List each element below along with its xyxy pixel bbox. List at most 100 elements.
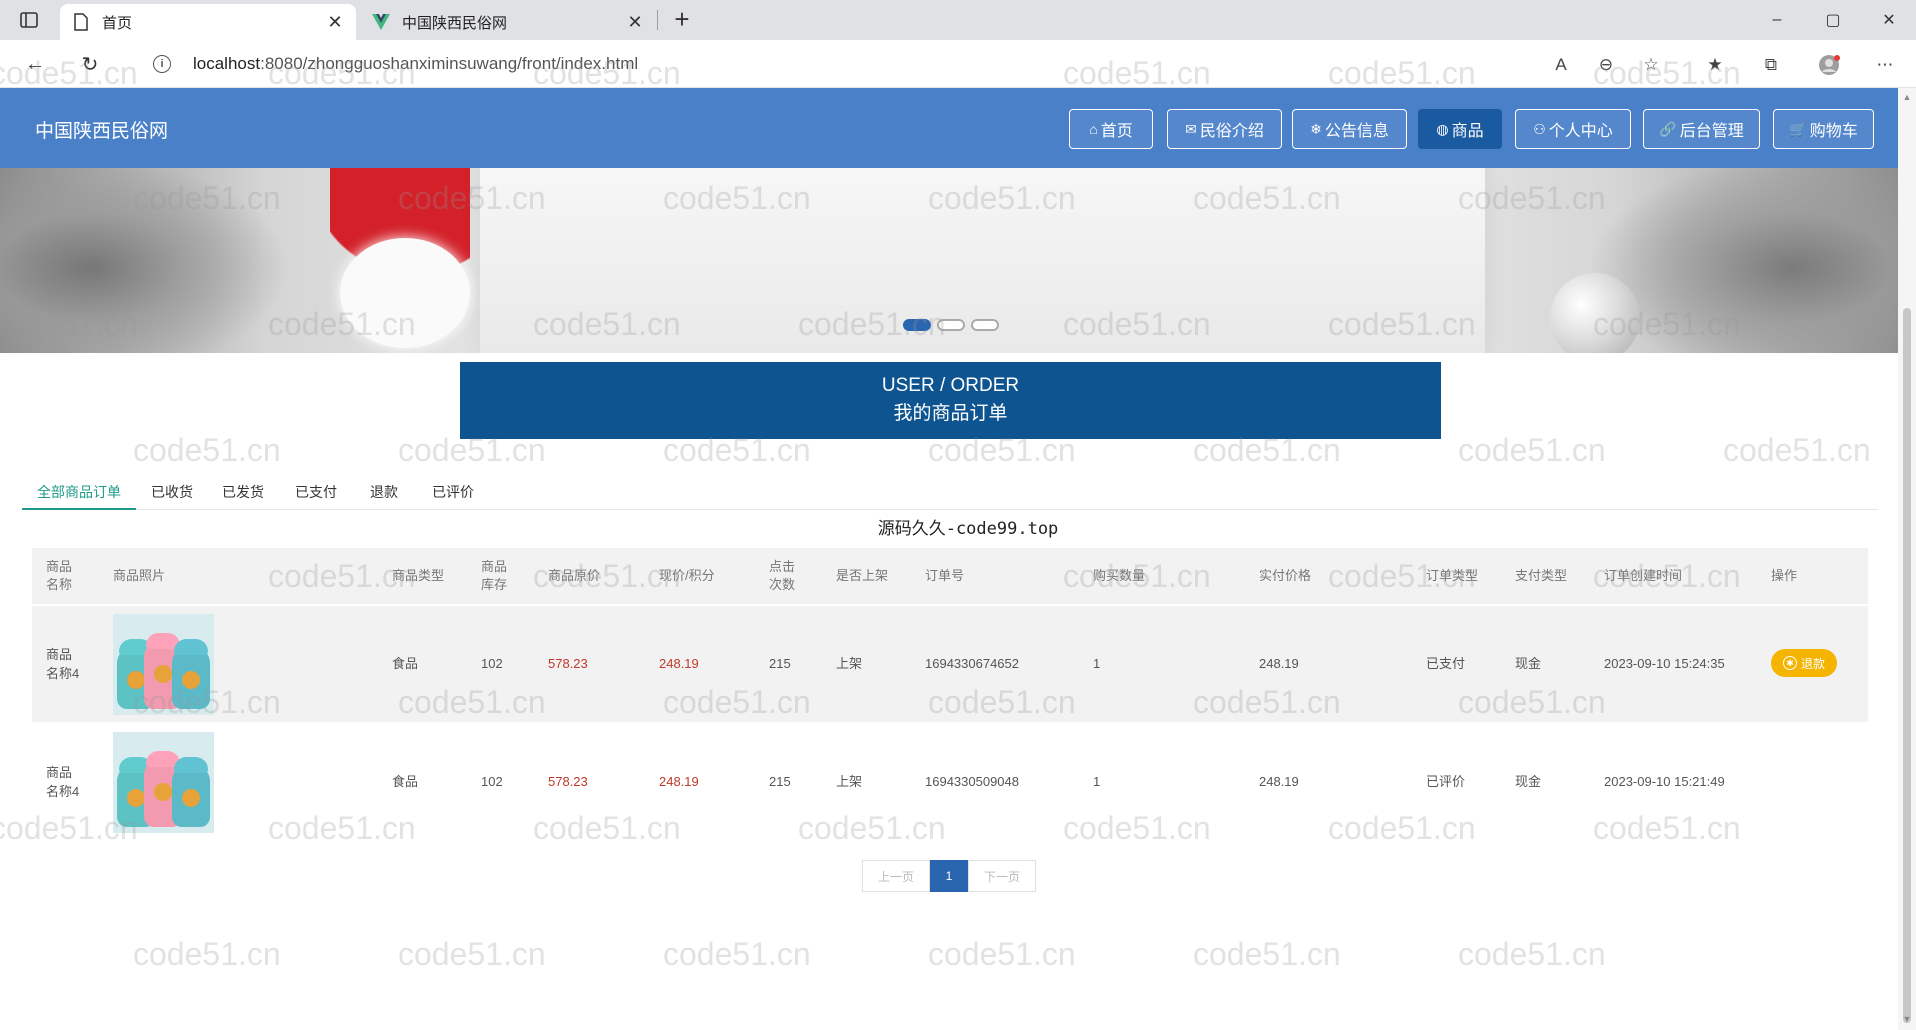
table-row: 商品名称4 食品 102 578.23 248.19 215 上架 169433…: [32, 724, 1868, 840]
nav-user-center[interactable]: ⚇ 个人中心: [1515, 109, 1631, 149]
tab-actions-icon[interactable]: [18, 9, 40, 31]
col-product-photo: 商品照片: [113, 568, 166, 583]
carousel-dot[interactable]: [903, 319, 931, 331]
globe-icon: ◍: [1436, 120, 1449, 137]
product-photo[interactable]: [113, 614, 214, 715]
nav-label: 个人中心: [1548, 123, 1613, 140]
browser-tab-site[interactable]: 中国陕西民俗网 ✕: [360, 4, 656, 40]
cell-stock: 102: [481, 774, 503, 789]
maximize-icon[interactable]: ▢: [1818, 6, 1848, 34]
collections-icon[interactable]: ⧉: [1760, 54, 1782, 76]
site-info-icon[interactable]: i: [153, 55, 171, 73]
cell-clicks: 215: [769, 656, 791, 671]
tab-refund[interactable]: 退款: [370, 482, 398, 510]
tab-title: 首页: [102, 14, 133, 32]
cell-type: 食品: [392, 656, 419, 671]
watermark: code51.cn: [663, 936, 811, 972]
close-tab-icon[interactable]: ✕: [326, 12, 344, 32]
nav-announcements[interactable]: ❄ 公告信息: [1292, 109, 1407, 149]
table-row: 商品名称4 食品 102 578.23 248.19 215 上架 169433…: [32, 606, 1868, 722]
cell-product-name: 商品名称4: [46, 765, 80, 799]
cell-original-price: 578.23: [548, 656, 588, 671]
watermark: code51.cn: [133, 432, 281, 468]
nav-label: 后台管理: [1679, 123, 1744, 140]
watermark: code51.cn: [928, 936, 1076, 972]
more-menu-icon[interactable]: ⋯: [1874, 54, 1896, 76]
pagination: 上一页 1 下一页: [862, 860, 1036, 892]
cell-created-time: 2023-09-10 15:21:49: [1604, 774, 1725, 789]
section-title: USER / ORDER 我的商品订单: [460, 362, 1441, 439]
nav-cart[interactable]: 🛒 购物车: [1773, 109, 1874, 149]
cell-pay-type: 现金: [1515, 774, 1542, 789]
reload-icon[interactable]: ↻: [76, 50, 104, 78]
favorites-icon[interactable]: ★: [1704, 54, 1726, 76]
ornament-ball: [1550, 273, 1640, 353]
add-favorite-icon[interactable]: ☆: [1640, 54, 1662, 76]
col-product-name: 商品名称: [46, 559, 73, 592]
tab-title: 中国陕西民俗网: [402, 14, 508, 32]
nav-admin[interactable]: 🔗 后台管理: [1643, 109, 1760, 149]
cell-quantity: 1: [1093, 774, 1101, 789]
scroll-up-icon[interactable]: ▲: [1901, 92, 1913, 104]
url-field[interactable]: i localhost:8080/zhongguoshanximinsuwang…: [135, 46, 1675, 82]
carousel-dot[interactable]: [937, 319, 965, 331]
new-tab-icon[interactable]: +: [668, 6, 696, 34]
tab-shipped[interactable]: 已发货: [222, 482, 264, 510]
home-icon: ⌂: [1089, 121, 1098, 137]
scroll-thumb[interactable]: [1903, 308, 1911, 1023]
prev-page-button[interactable]: 上一页: [862, 860, 930, 892]
page-number-button[interactable]: 1: [930, 860, 968, 892]
banner-carousel: [0, 168, 1898, 353]
url-path: :8080/zhongguoshanximinsuwang/front/inde…: [260, 54, 639, 73]
nav-label: 商品: [1451, 123, 1484, 140]
close-window-icon[interactable]: ✕: [1874, 6, 1904, 34]
cell-clicks: 215: [769, 774, 791, 789]
back-icon[interactable]: ←: [21, 50, 49, 78]
refund-button[interactable]: ✱ 退款: [1771, 649, 1837, 677]
product-photo[interactable]: [113, 732, 214, 833]
nav-home[interactable]: ⌂ 首页: [1069, 109, 1153, 149]
cell-order-no: 1694330674652: [925, 656, 1019, 671]
col-stock: 商品库存: [481, 559, 508, 592]
refund-icon: ✱: [1782, 656, 1797, 670]
next-page-button[interactable]: 下一页: [968, 860, 1036, 892]
url-host: localhost: [193, 54, 261, 73]
col-created-time: 订单创建时间: [1604, 568, 1683, 583]
cell-paid-price: 248.19: [1259, 774, 1299, 789]
nav-products[interactable]: ◍ 商品: [1418, 109, 1502, 149]
source-label: 源码久久-code99.top: [877, 519, 1059, 539]
watermark: code51.cn: [398, 936, 546, 972]
watermark: code51.cn: [133, 936, 281, 972]
profile-avatar-icon[interactable]: [1818, 54, 1840, 76]
tab-all-orders[interactable]: 全部商品订单: [22, 482, 136, 510]
zoom-out-icon[interactable]: ⊖: [1595, 54, 1617, 76]
carousel-dot[interactable]: [971, 319, 999, 331]
watermark: code51.cn: [1723, 432, 1871, 468]
nav-label: 首页: [1100, 123, 1133, 140]
read-aloud-icon[interactable]: A: [1550, 54, 1572, 76]
scroll-down-icon[interactable]: ▼: [1901, 1014, 1913, 1026]
page-scrollbar[interactable]: ▲ ▼: [1898, 88, 1916, 1030]
nav-folk-intro[interactable]: ✉ 民俗介绍: [1167, 109, 1282, 149]
section-title-cn: 我的商品订单: [893, 403, 1008, 424]
close-tab-icon[interactable]: ✕: [626, 12, 644, 32]
cell-paid-price: 248.19: [1259, 656, 1299, 671]
nav-label: 公告信息: [1324, 123, 1389, 140]
cell-current-price: 248.19: [659, 656, 699, 671]
browser-address-bar: ← ↻ i localhost:8080/zhongguoshanximinsu…: [0, 40, 1916, 88]
tab-reviewed[interactable]: 已评价: [432, 482, 474, 510]
browser-tab-home[interactable]: 首页 ✕: [60, 4, 356, 40]
minimize-icon[interactable]: –: [1762, 6, 1792, 34]
nav-label: 民俗介绍: [1199, 123, 1264, 140]
cell-order-type: 已评价: [1426, 774, 1466, 789]
cell-order-type: 已支付: [1426, 656, 1466, 671]
cell-current-price: 248.19: [659, 774, 699, 789]
tab-paid[interactable]: 已支付: [295, 482, 337, 510]
col-quantity: 购买数量: [1093, 568, 1146, 583]
col-pay-type: 支付类型: [1515, 568, 1568, 583]
col-product-type: 商品类型: [392, 568, 445, 583]
banner-decoration: [0, 168, 290, 353]
tab-received[interactable]: 已收货: [151, 482, 193, 510]
mail-icon: ✉: [1185, 120, 1197, 137]
vue-logo-icon: [372, 13, 390, 31]
